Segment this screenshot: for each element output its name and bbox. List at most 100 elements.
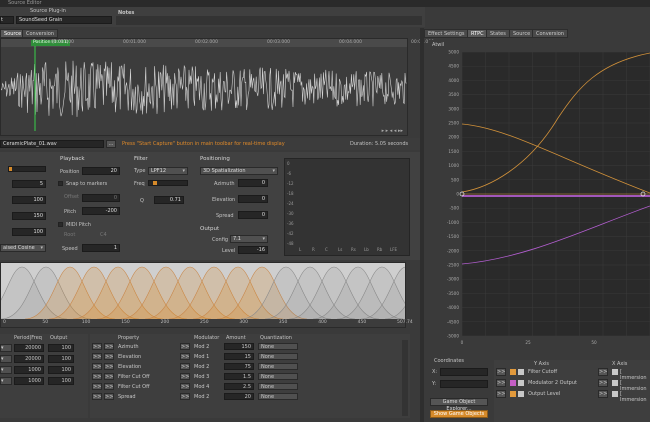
prop-row-button[interactable]: >>: [104, 363, 114, 370]
yaxis-header: Y Axis: [534, 361, 550, 367]
tab-conversion-right[interactable]: Conversion: [532, 29, 569, 38]
rtpc-row-button[interactable]: >>: [496, 379, 506, 387]
mod-row-select[interactable]: ▾: [0, 377, 12, 385]
prop-amount-field[interactable]: 1.5: [224, 373, 254, 380]
browse-button[interactable]: …: [106, 140, 116, 148]
rtpc-x-lock-icon[interactable]: [612, 380, 618, 386]
prop-row-button[interactable]: >>: [104, 393, 114, 400]
prop-modulator: Mod 4: [194, 384, 210, 390]
prop-amount-field[interactable]: 150: [224, 343, 254, 350]
prop-row-button[interactable]: >>: [180, 383, 190, 390]
prop-row-button[interactable]: >>: [104, 373, 114, 380]
elevation-field[interactable]: 0: [238, 195, 268, 203]
col1-field-3[interactable]: 150: [12, 212, 46, 220]
x-coord-field[interactable]: [440, 368, 488, 376]
rtpc-row-button[interactable]: >>: [598, 390, 608, 398]
prop-row-button[interactable]: >>: [180, 373, 190, 380]
rtpc-lock-icon[interactable]: [518, 391, 524, 397]
tab-states[interactable]: States: [486, 29, 510, 38]
snap-checkbox[interactable]: [58, 181, 63, 186]
meter-db-label: -48: [287, 241, 294, 246]
grain-view[interactable]: 0 50 100 150 200 250 300 350 400 450 507.74: [0, 262, 413, 328]
mod-period-field[interactable]: 20000: [14, 344, 44, 352]
window-select[interactable]: aised Cosine: [0, 244, 46, 252]
prop-row-button[interactable]: >>: [92, 383, 102, 390]
prop-amount-field[interactable]: 20: [224, 393, 254, 400]
mod-row-select[interactable]: ▾: [0, 344, 12, 352]
azimuth-field[interactable]: 0: [238, 179, 268, 187]
notes-field[interactable]: [116, 16, 422, 25]
prop-row-button[interactable]: >>: [180, 363, 190, 370]
col1-field-2[interactable]: 100: [12, 196, 46, 204]
mod-period-field[interactable]: 20000: [14, 355, 44, 363]
prop-quant-select[interactable]: None: [258, 383, 298, 390]
col1-field-1[interactable]: 5: [12, 180, 46, 188]
positioning-mode-select[interactable]: 3D Spatialization: [200, 167, 278, 175]
rtpc-row-button[interactable]: >>: [496, 368, 506, 376]
rtpc-x-lock-icon[interactable]: [612, 391, 618, 397]
y-coord-field[interactable]: [440, 380, 488, 388]
prop-quant-select[interactable]: None: [258, 343, 298, 350]
prop-quant-select[interactable]: None: [258, 373, 298, 380]
meter-db-label: -36: [287, 221, 294, 226]
position-field[interactable]: 20: [82, 167, 120, 175]
level-field[interactable]: -16: [238, 246, 268, 254]
prop-row-button[interactable]: >>: [92, 373, 102, 380]
mod-output-field[interactable]: 100: [48, 344, 74, 352]
source-plugin-field[interactable]: SoundSeed Grain: [16, 16, 112, 24]
q-field[interactable]: 0.71: [154, 196, 184, 204]
prop-row-button[interactable]: >>: [104, 343, 114, 350]
prop-quant-select[interactable]: None: [258, 353, 298, 360]
waveform-nav-icons[interactable]: ▸ ▸ ◂ ◂ ▸▸: [382, 128, 403, 134]
midi-checkbox[interactable]: [58, 222, 63, 227]
col1-slider-1[interactable]: [8, 166, 46, 172]
rtpc-graph[interactable]: 5000450040003500300025002000150010005000…: [428, 48, 650, 352]
right-divider[interactable]: [420, 28, 424, 422]
waveform[interactable]: [1, 39, 407, 135]
rtpc-row-button[interactable]: >>: [598, 368, 608, 376]
prop-row-button[interactable]: >>: [180, 343, 190, 350]
prop-quant-select[interactable]: None: [258, 393, 298, 400]
tab-rtpc[interactable]: RTPC: [467, 29, 488, 38]
game-object-explorer-button[interactable]: Game Object Explorer...: [430, 398, 488, 412]
prop-row-button[interactable]: >>: [180, 353, 190, 360]
prop-row-button[interactable]: >>: [104, 353, 114, 360]
prop-amount-field[interactable]: 15: [224, 353, 254, 360]
pitch-field[interactable]: -200: [82, 207, 120, 215]
prop-amount-field[interactable]: 75: [224, 363, 254, 370]
rtpc-lock-icon[interactable]: [518, 369, 524, 375]
prop-quant-select[interactable]: None: [258, 363, 298, 370]
spread-field[interactable]: 0: [238, 211, 268, 219]
left-field[interactable]: t: [0, 16, 14, 24]
show-game-objects-button[interactable]: Show Game Objects: [430, 410, 488, 418]
rtpc-row-button[interactable]: >>: [496, 390, 506, 398]
rtpc-x-lock-icon[interactable]: [612, 369, 618, 375]
mod-row-select[interactable]: ▾: [0, 366, 12, 374]
filter-type-select[interactable]: LPF12: [148, 167, 188, 175]
col1-field-4[interactable]: 100: [12, 228, 46, 236]
mod-period-field[interactable]: 1000: [14, 366, 44, 374]
prop-modulator: Mod 1: [194, 354, 210, 360]
prop-scrollbar[interactable]: [402, 340, 408, 416]
prop-row-button[interactable]: >>: [92, 343, 102, 350]
rtpc-row-button[interactable]: >>: [598, 379, 608, 387]
rtpc-lock-icon[interactable]: [518, 380, 524, 386]
mod-output-field[interactable]: 100: [48, 355, 74, 363]
speed-field[interactable]: 1: [82, 244, 120, 252]
config-select[interactable]: 7.1: [230, 235, 268, 243]
prop-row-button[interactable]: >>: [180, 393, 190, 400]
tab-conversion[interactable]: Conversion: [22, 29, 59, 38]
prop-row-button[interactable]: >>: [92, 353, 102, 360]
tab-source-right[interactable]: Source: [509, 29, 535, 38]
mod-output-field[interactable]: 100: [48, 377, 74, 385]
mod-period-field[interactable]: 1000: [14, 377, 44, 385]
prop-row-button[interactable]: >>: [104, 383, 114, 390]
prop-row-button[interactable]: >>: [92, 393, 102, 400]
filename-field[interactable]: CeramicPlate_01.wav: [0, 140, 104, 148]
freq-slider[interactable]: [148, 180, 188, 186]
mod-row-select[interactable]: ▾: [0, 355, 12, 363]
mod-output-field[interactable]: 100: [48, 366, 74, 374]
prop-row-button[interactable]: >>: [92, 363, 102, 370]
prop-amount-field[interactable]: 2.5: [224, 383, 254, 390]
tab-effect-settings[interactable]: Effect Settings: [424, 29, 469, 38]
